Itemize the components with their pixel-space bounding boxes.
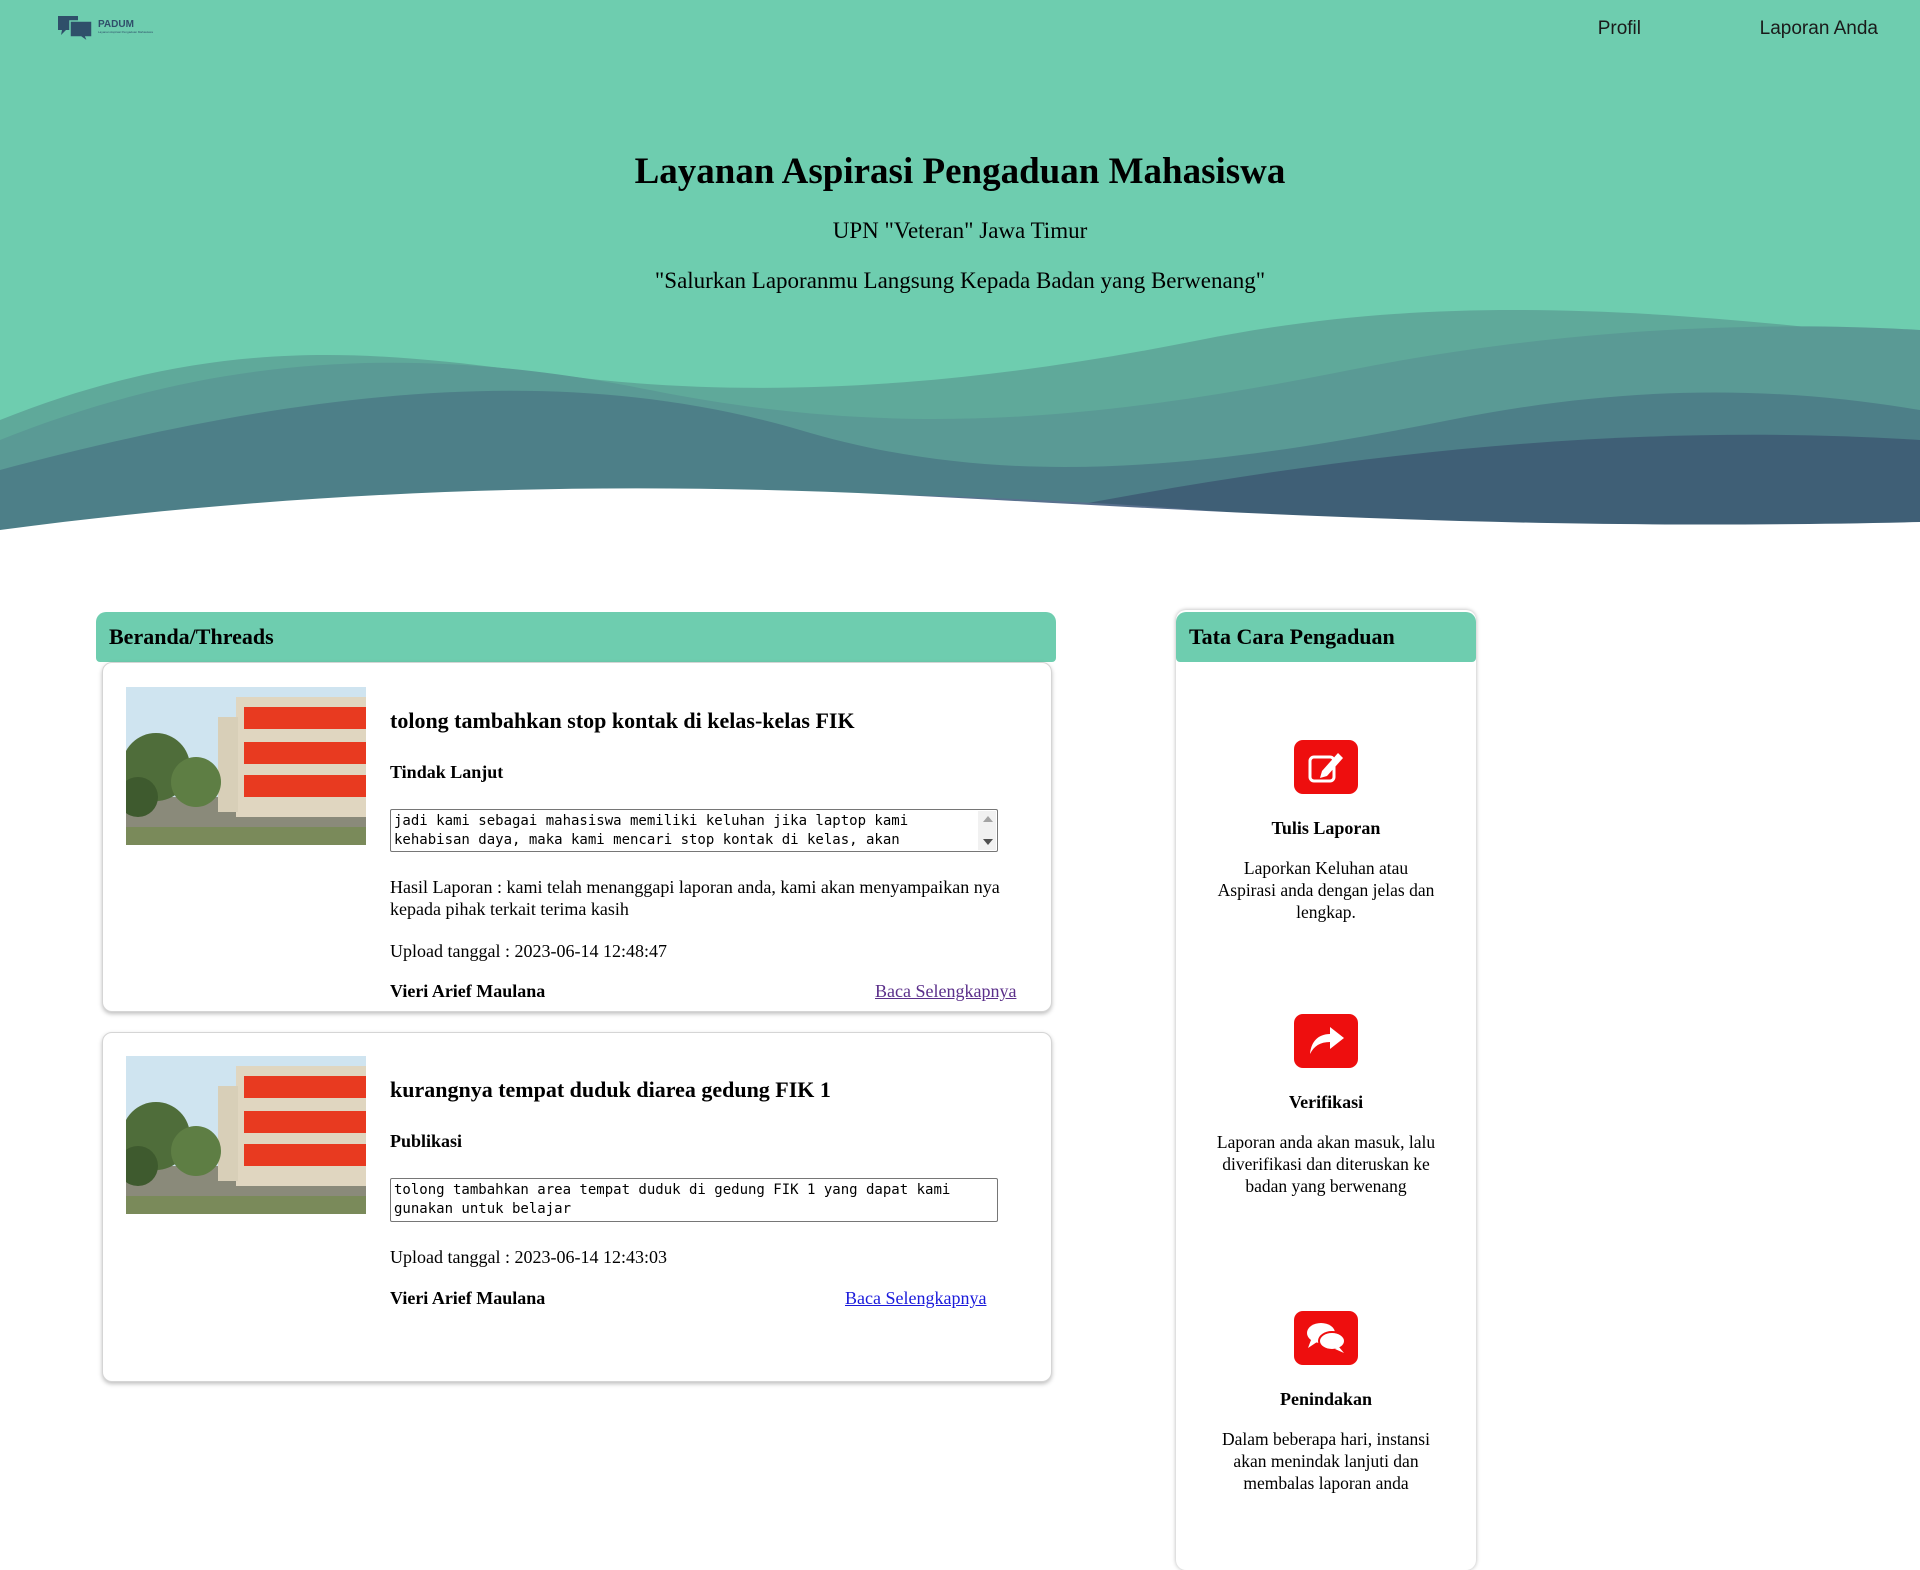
wave-decoration (0, 310, 1920, 560)
hero-banner: PADUM Layanan Aspirasi Pengaduan Mahasis… (0, 0, 1920, 560)
thread-result: Hasil Laporan : kami telah menanggapi la… (390, 877, 1000, 919)
nav-profil[interactable]: Profil (1598, 18, 1641, 40)
thread-status: Tindak Lanjut (390, 762, 504, 782)
step-title: Penindakan (1279, 1389, 1373, 1409)
step-title: Tulis Laporan (1271, 818, 1381, 838)
logo[interactable]: PADUM Layanan Aspirasi Pengaduan Mahasis… (56, 12, 153, 42)
thread-author: Vieri Arief Maulana (390, 1288, 546, 1308)
logo-subtext: Layanan Aspirasi Pengaduan Mahasiswa (98, 30, 153, 34)
read-more-link[interactable]: Baca Selengkapnya (875, 981, 1016, 1002)
thread-title[interactable]: tolong tambahkan stop kontak di kelas-ke… (390, 708, 855, 734)
thread-author: Vieri Arief Maulana (390, 981, 546, 1001)
guide-step: Verifikasi Laporan anda akan masuk, lalu… (1176, 1014, 1476, 1197)
logo-text: PADUM (98, 19, 134, 30)
thread-upload-date: Upload tanggal : 2023-06-14 12:48:47 (390, 941, 667, 961)
thread-body-text: jadi kami sebagai mahasiswa memiliki kel… (394, 813, 909, 848)
guide-step: Penindakan Dalam beberapa hari, instansi… (1176, 1311, 1476, 1494)
thread-thumbnail (126, 687, 366, 845)
chat-bubbles-icon (58, 16, 93, 42)
step-description: Laporkan Keluhan atau Aspirasi anda deng… (1217, 858, 1435, 922)
hero-title: Layanan Aspirasi Pengaduan Mahasiswa (634, 151, 1286, 192)
thread-status: Publikasi (390, 1131, 463, 1151)
scroll-up-icon[interactable] (983, 816, 993, 822)
step-description: Dalam beberapa hari, instansi akan menin… (1222, 1429, 1430, 1493)
nav-laporan-anda[interactable]: Laporan Anda (1760, 18, 1878, 40)
edit-icon (1294, 740, 1358, 794)
threads-header: Beranda/Threads (96, 612, 1056, 662)
scroll-down-icon[interactable] (983, 839, 993, 845)
step-description: Laporan anda akan masuk, lalu diverifika… (1216, 1132, 1436, 1196)
step-title: Verifikasi (1288, 1092, 1364, 1112)
thread-body-text: tolong tambahkan area tempat duduk di ge… (394, 1182, 951, 1217)
guide-step: Tulis Laporan Laporkan Keluhan atau Aspi… (1176, 740, 1476, 923)
thread-thumbnail (126, 1056, 366, 1214)
thread-title[interactable]: kurangnya tempat duduk diarea gedung FIK… (390, 1077, 831, 1103)
thread-body-textarea[interactable]: tolong tambahkan area tempat duduk di ge… (390, 1178, 998, 1222)
share-arrow-icon (1294, 1014, 1358, 1068)
hero-subtitle: UPN "Veteran" Jawa Timur (832, 218, 1088, 243)
textarea-scrollbar[interactable] (978, 811, 996, 850)
thread-upload-date: Upload tanggal : 2023-06-14 12:43:03 (390, 1247, 667, 1267)
guide-header: Tata Cara Pengaduan (1176, 612, 1476, 662)
thread-body-textarea[interactable]: jadi kami sebagai mahasiswa memiliki kel… (390, 809, 998, 852)
chat-icon (1294, 1311, 1358, 1365)
hero-tagline: "Salurkan Laporanmu Langsung Kepada Bada… (654, 268, 1266, 293)
read-more-link[interactable]: Baca Selengkapnya (845, 1288, 986, 1309)
